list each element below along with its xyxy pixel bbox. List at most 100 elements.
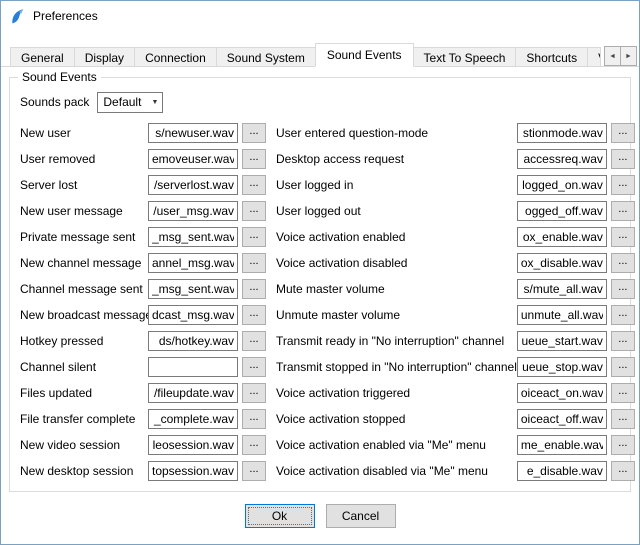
tab-sound-events[interactable]: Sound Events [315,43,414,67]
right-column: User entered question-mode ... Desktop a… [274,120,635,484]
sound-file-input[interactable] [517,253,607,273]
sound-file-input[interactable] [517,149,607,169]
sound-file-input[interactable] [517,435,607,455]
tab-scroll-right-button[interactable]: ► [620,46,637,66]
browse-button[interactable]: ... [611,435,635,455]
browse-button[interactable]: ... [611,279,635,299]
table-row: New user ... [18,120,266,146]
browse-button[interactable]: ... [242,123,266,143]
sound-file-input[interactable] [517,357,607,377]
sound-file-input[interactable] [148,201,238,221]
browse-button[interactable]: ... [611,305,635,325]
browse-button[interactable]: ... [242,383,266,403]
sound-file-input[interactable] [517,123,607,143]
browse-button[interactable]: ... [611,357,635,377]
sound-event-label: User removed [18,152,148,166]
sound-event-label: New desktop session [18,464,148,478]
tab-sound-system[interactable]: Sound System [216,47,316,67]
browse-button[interactable]: ... [611,175,635,195]
sound-file-input[interactable] [517,331,607,351]
tab-display[interactable]: Display [74,47,135,67]
sound-event-label: File transfer complete [18,412,148,426]
preferences-window: Preferences General Display Connection S… [0,0,640,545]
sound-file-input[interactable] [517,279,607,299]
sounds-pack-select[interactable]: Default ▼ [97,92,163,113]
sound-event-label: User entered question-mode [274,126,517,140]
table-row: User logged out ... [274,198,635,224]
browse-button[interactable]: ... [242,357,266,377]
browse-button[interactable]: ... [611,201,635,221]
tab-text-to-speech[interactable]: Text To Speech [413,47,517,67]
sound-events-group: Sound Events Sounds pack Default ▼ New u… [9,77,631,492]
sound-file-input[interactable] [148,461,238,481]
sound-file-input[interactable] [517,227,607,247]
table-row: User entered question-mode ... [274,120,635,146]
browse-button[interactable]: ... [611,253,635,273]
browse-button[interactable]: ... [611,409,635,429]
tab-video[interactable]: Video [587,47,601,67]
browse-button[interactable]: ... [242,409,266,429]
browse-button[interactable]: ... [611,331,635,351]
sound-file-input[interactable] [148,409,238,429]
browse-button[interactable]: ... [242,175,266,195]
sound-file-input[interactable] [517,201,607,221]
browse-button[interactable]: ... [242,305,266,325]
app-icon [9,8,26,25]
browse-button[interactable]: ... [611,149,635,169]
sound-file-input[interactable] [148,279,238,299]
browse-button[interactable]: ... [242,435,266,455]
sound-file-input[interactable] [148,253,238,273]
browse-button[interactable]: ... [242,227,266,247]
browse-button[interactable]: ... [611,227,635,247]
browse-button[interactable]: ... [611,461,635,481]
sound-event-label: User logged in [274,178,517,192]
browse-button[interactable]: ... [242,201,266,221]
sound-event-label: Server lost [18,178,148,192]
left-column: New user ... User removed ... Server los… [18,120,266,484]
sound-event-label: Voice activation enabled [274,230,517,244]
sound-file-input[interactable] [148,123,238,143]
tab-general[interactable]: General [10,47,75,67]
tab-scroll-left-button[interactable]: ◄ [604,46,621,66]
sound-file-input[interactable] [517,305,607,325]
sound-events-page: Sound Events Sounds pack Default ▼ New u… [1,66,639,544]
tab-shortcuts[interactable]: Shortcuts [515,47,588,67]
sound-file-input[interactable] [517,383,607,403]
sound-file-input[interactable] [148,227,238,247]
sound-file-input[interactable] [148,305,238,325]
table-row: Desktop access request ... [274,146,635,172]
sound-event-label: Files updated [18,386,148,400]
table-row: Hotkey pressed ... [18,328,266,354]
cancel-button[interactable]: Cancel [326,504,396,528]
browse-button[interactable]: ... [242,331,266,351]
title-bar: Preferences [1,1,639,31]
sound-file-input[interactable] [148,149,238,169]
table-row: Server lost ... [18,172,266,198]
dialog-footer: Ok Cancel [9,492,631,544]
browse-button[interactable]: ... [611,383,635,403]
sound-event-label: New channel message [18,256,148,270]
sound-file-input[interactable] [148,383,238,403]
browse-button[interactable]: ... [611,123,635,143]
sound-file-input[interactable] [148,175,238,195]
sound-event-label: Channel message sent [18,282,148,296]
sound-event-label: Mute master volume [274,282,517,296]
sound-file-input[interactable] [517,409,607,429]
browse-button[interactable]: ... [242,149,266,169]
sound-event-label: Desktop access request [274,152,517,166]
sound-event-label: Transmit ready in "No interruption" chan… [274,334,517,348]
sound-file-input[interactable] [517,175,607,195]
sound-event-label: Voice activation disabled via "Me" menu [274,464,517,478]
browse-button[interactable]: ... [242,279,266,299]
sound-file-input[interactable] [517,461,607,481]
sound-file-input[interactable] [148,435,238,455]
browse-button[interactable]: ... [242,461,266,481]
ok-button[interactable]: Ok [245,504,315,528]
tab-connection[interactable]: Connection [134,47,217,67]
browse-button[interactable]: ... [242,253,266,273]
sound-event-label: Unmute master volume [274,308,517,322]
table-row: Channel silent ... [18,354,266,380]
sound-file-input[interactable] [148,331,238,351]
table-row: Channel message sent ... [18,276,266,302]
sound-file-input[interactable] [148,357,238,377]
